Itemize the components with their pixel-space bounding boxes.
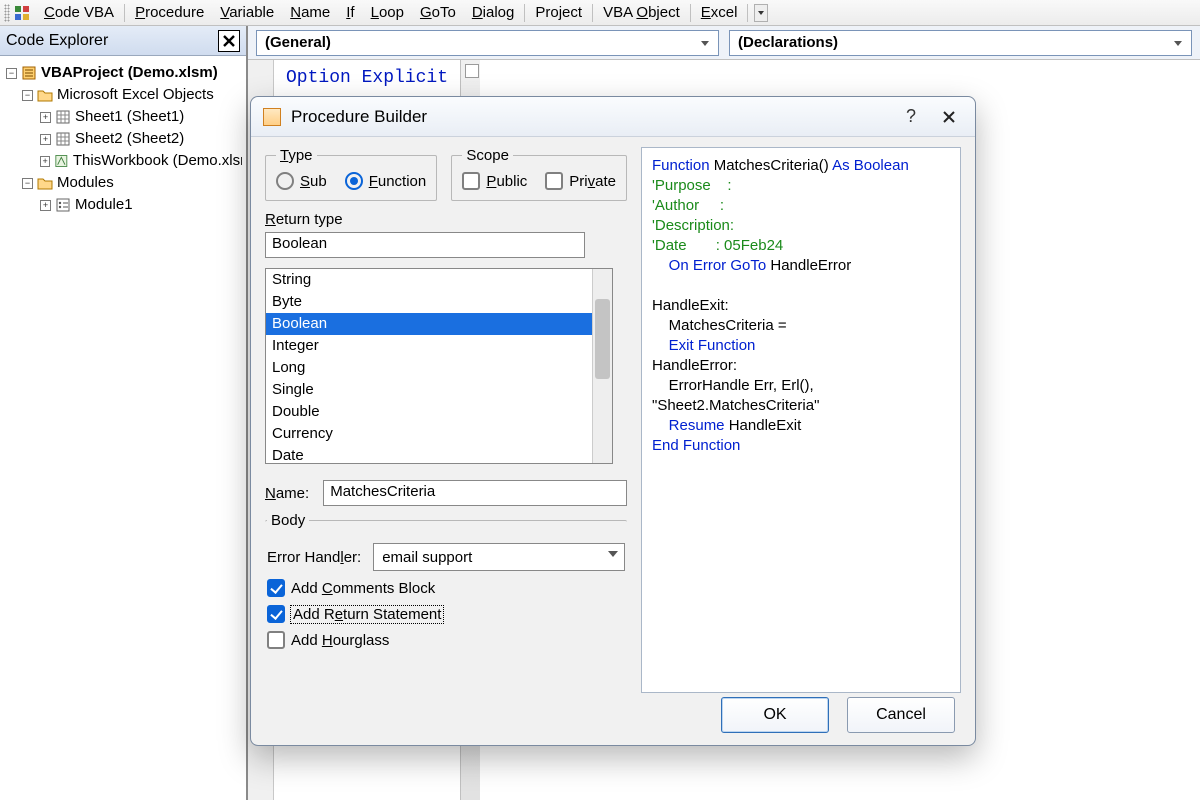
list-item[interactable]: Double	[266, 401, 612, 423]
chevron-down-icon	[696, 35, 714, 53]
error-handler-select[interactable]: email support	[373, 543, 625, 571]
toolbar-grip-icon	[4, 4, 10, 22]
code-explorer-panel: Code Explorer − VBAProject (Demo.xlsm) −…	[0, 26, 248, 800]
scope-legend: Scope	[462, 147, 513, 164]
check-add-return[interactable]: Add Return Statement	[267, 605, 625, 623]
name-label: Name:	[265, 485, 309, 502]
tree-group[interactable]: Modules	[57, 172, 114, 194]
procedure-combo[interactable]: (Declarations)	[729, 30, 1192, 56]
tree-item[interactable]: Module1	[75, 194, 133, 216]
folder-icon	[37, 175, 53, 191]
toolbar-overflow-icon[interactable]	[754, 4, 768, 22]
tree-item[interactable]: Sheet2 (Sheet2)	[75, 128, 184, 150]
menu-if[interactable]: If	[338, 0, 362, 26]
radio-sub[interactable]: Sub	[276, 172, 327, 190]
vba-project-icon	[21, 65, 37, 81]
menu-code-vba[interactable]: Code VBA	[36, 0, 122, 26]
list-item[interactable]: Single	[266, 379, 612, 401]
radio-function-label: unction	[378, 173, 426, 190]
workbook-icon	[54, 153, 69, 169]
dialog-close-button[interactable]	[935, 103, 963, 131]
expand-icon[interactable]: +	[40, 156, 50, 167]
check-add-hourglass[interactable]: Add Hourglass	[267, 631, 625, 649]
list-item[interactable]: Date	[266, 445, 612, 464]
app-icon	[14, 5, 30, 21]
object-combo[interactable]: (General)	[256, 30, 719, 56]
procedure-combo-value: (Declarations)	[738, 34, 838, 51]
folder-icon	[37, 87, 53, 103]
dialog-icon	[263, 108, 281, 126]
tree-group[interactable]: Microsoft Excel Objects	[57, 84, 214, 106]
radio-sub-label: ub	[310, 173, 327, 190]
panel-title-text: Code Explorer	[6, 32, 108, 50]
module-icon	[55, 197, 71, 213]
close-icon	[941, 109, 957, 125]
check-add-comments[interactable]: Add Comments Block	[267, 579, 625, 597]
code-line: Option Explicit	[286, 68, 448, 88]
list-item[interactable]: Byte	[266, 291, 612, 313]
type-listbox[interactable]: String Byte Boolean Integer Long Single …	[265, 268, 613, 464]
ok-button[interactable]: OK	[721, 697, 829, 733]
menu-bar: Code VBA Procedure Variable Name If Loop…	[0, 0, 1200, 26]
menu-procedure[interactable]: Procedure	[127, 0, 212, 26]
menu-excel[interactable]: Excel	[693, 0, 746, 26]
body-group: Body Error Handler: email support Add Co…	[265, 512, 627, 657]
error-handler-label: Error Handler:	[267, 549, 361, 566]
menu-project[interactable]: Project	[527, 0, 590, 26]
menu-goto[interactable]: GoTo	[412, 0, 464, 26]
radio-function[interactable]: Function	[345, 172, 427, 190]
expand-icon[interactable]: −	[22, 178, 33, 189]
menu-loop[interactable]: Loop	[363, 0, 412, 26]
close-icon	[222, 34, 236, 48]
tree-item[interactable]: Sheet1 (Sheet1)	[75, 106, 184, 128]
tree-root[interactable]: VBAProject (Demo.xlsm)	[41, 62, 218, 84]
name-input[interactable]: MatchesCriteria	[323, 480, 627, 506]
expand-icon[interactable]: +	[40, 200, 51, 211]
object-combo-value: (General)	[265, 34, 331, 51]
expand-icon[interactable]: +	[40, 112, 51, 123]
menu-vba-object[interactable]: VBA Object	[595, 0, 688, 26]
sheet-icon	[55, 109, 71, 125]
list-scrollbar[interactable]	[592, 269, 612, 463]
list-item[interactable]: Integer	[266, 335, 612, 357]
cancel-button[interactable]: Cancel	[847, 697, 955, 733]
menu-dialog[interactable]: Dialog	[464, 0, 523, 26]
menu-variable[interactable]: Variable	[212, 0, 282, 26]
return-type-label: Return type	[265, 211, 627, 228]
expand-icon[interactable]: +	[40, 134, 51, 145]
dialog-title-bar[interactable]: Procedure Builder ?	[251, 97, 975, 137]
list-item[interactable]: Long	[266, 357, 612, 379]
code-preview: Function MatchesCriteria() As Boolean 'P…	[641, 147, 961, 693]
chevron-down-icon	[1169, 35, 1187, 53]
check-public[interactable]: Public	[462, 172, 527, 190]
procedure-builder-dialog: Procedure Builder ? Type Sub Function Sc…	[250, 96, 976, 746]
panel-title-bar: Code Explorer	[0, 26, 246, 56]
panel-close-button[interactable]	[218, 30, 240, 52]
expand-icon[interactable]: −	[22, 90, 33, 101]
menu-name[interactable]: Name	[282, 0, 338, 26]
list-item[interactable]: Currency	[266, 423, 612, 445]
project-tree[interactable]: − VBAProject (Demo.xlsm) − Microsoft Exc…	[0, 56, 246, 222]
list-item[interactable]: String	[266, 269, 612, 291]
tree-item[interactable]: ThisWorkbook (Demo.xlsm)	[73, 150, 242, 172]
dialog-title: Procedure Builder	[291, 107, 887, 127]
chevron-down-icon	[608, 551, 618, 557]
type-legend: ype	[288, 147, 312, 164]
dialog-help-button[interactable]: ?	[897, 103, 925, 131]
body-legend: Body	[267, 512, 309, 529]
type-group: Type Sub Function	[265, 147, 437, 201]
return-type-input[interactable]: Boolean	[265, 232, 585, 258]
sheet-icon	[55, 131, 71, 147]
list-item[interactable]: Boolean	[266, 313, 612, 335]
scope-group: Scope Public Private	[451, 147, 627, 201]
expand-icon[interactable]: −	[6, 68, 17, 79]
check-private[interactable]: Private	[545, 172, 616, 190]
